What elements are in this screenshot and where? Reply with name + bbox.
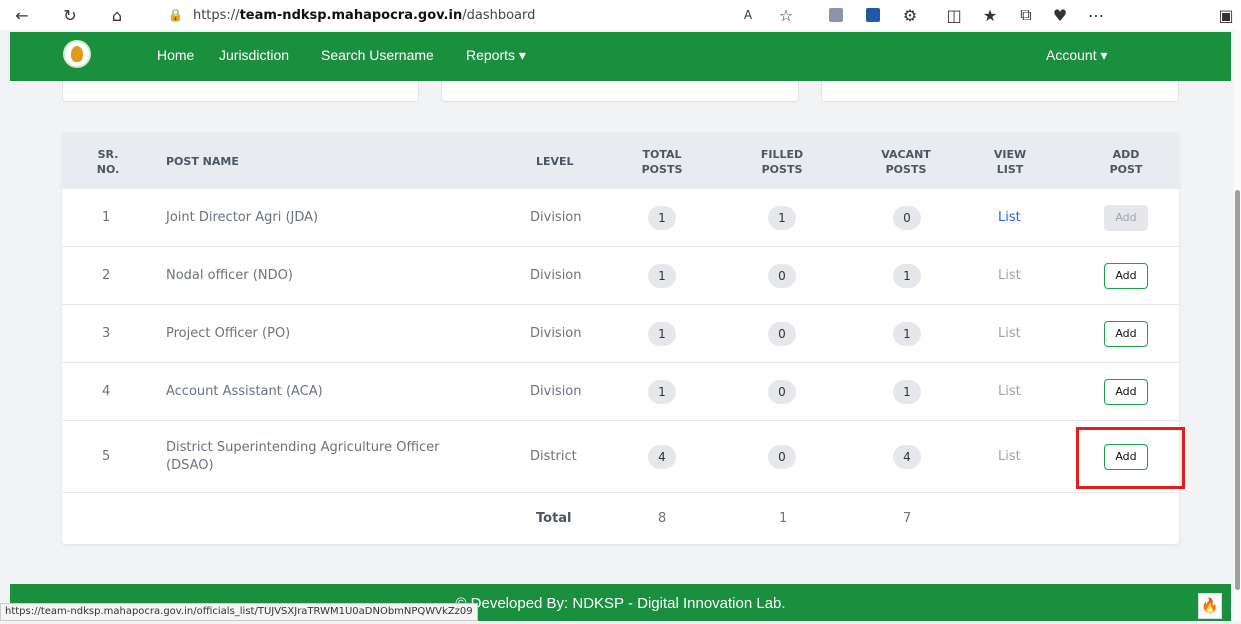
- posts-table: SR. NO. POST NAME LEVEL TOTAL POSTS FILLED…: [62, 133, 1179, 544]
- filled-badge: 0: [768, 445, 796, 469]
- home-icon[interactable]: ⌂: [107, 5, 127, 25]
- address-bar[interactable]: 🔒 https://team-ndksp.mahapocra.gov.in/da…: [168, 4, 535, 26]
- filled-badge: 0: [768, 322, 796, 346]
- total-badge: 1: [648, 264, 676, 288]
- status-url: https://team-ndksp.mahapocra.gov.in/offi…: [0, 603, 478, 621]
- nav-account[interactable]: Account ▾: [1046, 47, 1108, 64]
- row-level: Division: [530, 326, 582, 341]
- row-post-name: District Superintending Agriculture Offi…: [166, 440, 440, 473]
- view-list-link[interactable]: List: [998, 268, 1021, 283]
- row-sr: 2: [102, 268, 111, 283]
- favorites-icon[interactable]: ★: [980, 5, 1000, 25]
- total-badge: 1: [648, 322, 676, 346]
- table-row: 4 Account Assistant (ACA) Division 1 0 1…: [62, 363, 1179, 421]
- row-sr: 1: [102, 210, 111, 225]
- row-post-name: Nodal officer (NDO): [166, 268, 293, 283]
- nav-search-username[interactable]: Search Username: [321, 47, 434, 63]
- read-aloud-icon[interactable]: A: [738, 5, 758, 25]
- view-list-link[interactable]: List: [998, 384, 1021, 399]
- filled-badge: 1: [768, 206, 796, 230]
- url-path: /dashboard: [462, 7, 536, 23]
- filled-badge: 0: [768, 264, 796, 288]
- vacant-badge: 1: [893, 322, 921, 346]
- table-row: 3 Project Officer (PO) Division 1 0 1 Li…: [62, 305, 1179, 363]
- view-list-link[interactable]: List: [998, 210, 1021, 225]
- more-options-icon[interactable]: ⋯: [1086, 5, 1106, 25]
- vacant-badge: 4: [893, 445, 921, 469]
- total-filled-value: 1: [779, 511, 788, 526]
- row-level: Division: [530, 268, 582, 283]
- favorite-star-icon[interactable]: ☆: [776, 5, 796, 25]
- main-content: SR. NO. POST NAME LEVEL TOTAL POSTS FILLED…: [10, 81, 1231, 584]
- back-icon[interactable]: ←: [12, 5, 32, 25]
- row-post-name: Account Assistant (ACA): [166, 384, 323, 399]
- total-badge: 1: [648, 380, 676, 404]
- add-post-button[interactable]: Add: [1104, 321, 1148, 347]
- table-row: 5 District Superintending Agriculture Of…: [62, 421, 1179, 493]
- th-level: LEVEL: [536, 155, 574, 168]
- nav-reports[interactable]: Reports ▾: [466, 47, 526, 64]
- sidebar-icon[interactable]: ▣: [1216, 5, 1236, 25]
- top-navbar: Home Jurisdiction Search Username Report…: [10, 32, 1231, 81]
- total-label: Total: [536, 511, 572, 526]
- total-posts-value: 8: [658, 511, 667, 526]
- th-view-list: VIEW LIST: [993, 148, 1027, 176]
- flame-icon[interactable]: 🔥: [1198, 593, 1222, 619]
- row-post-name: Joint Director Agri (JDA): [166, 210, 319, 225]
- health-icon[interactable]: ♥: [1050, 5, 1070, 25]
- row-post-name: Project Officer (PO): [166, 326, 291, 341]
- th-sr-no: SR. NO.: [96, 148, 120, 176]
- split-screen-icon[interactable]: ◫: [944, 5, 964, 25]
- row-level: Division: [530, 384, 582, 399]
- collections-icon[interactable]: ⧉: [1016, 5, 1036, 25]
- puzzle-icon[interactable]: ⚙: [900, 5, 920, 25]
- row-sr: 3: [102, 326, 111, 341]
- url-scheme: https://: [192, 7, 240, 23]
- url-host: team-ndksp.mahapocra.gov.in: [239, 7, 463, 23]
- total-vacant-value: 7: [903, 511, 912, 526]
- summary-card: [821, 81, 1179, 102]
- vacant-badge: 1: [893, 380, 921, 404]
- row-sr: 4: [102, 384, 111, 399]
- table-row: 1 Joint Director Agri (JDA) Division 1 1…: [62, 189, 1179, 247]
- total-badge: 1: [648, 206, 676, 230]
- add-post-button[interactable]: Add: [1104, 205, 1148, 231]
- add-post-button[interactable]: Add: [1104, 263, 1148, 289]
- th-post-name: POST NAME: [166, 155, 239, 168]
- scrollbar-thumb[interactable]: [1235, 190, 1240, 590]
- filled-badge: 0: [768, 380, 796, 404]
- extension-blue-icon[interactable]: [863, 5, 883, 25]
- browser-toolbar: ← ↻ ⌂ 🔒 https://team-ndksp.mahapocra.gov…: [0, 0, 1241, 30]
- th-total-posts: TOTAL POSTS: [641, 148, 683, 176]
- table-header: SR. NO. POST NAME LEVEL TOTAL POSTS FILLED…: [62, 133, 1179, 189]
- summary-card: [62, 81, 419, 102]
- row-sr: 5: [102, 449, 111, 464]
- vacant-badge: 1: [893, 264, 921, 288]
- total-row: Total 8 1 7: [62, 493, 1179, 544]
- table-row: 2 Nodal officer (NDO) Division 1 0 1 Lis…: [62, 247, 1179, 305]
- th-add-post: ADD POST: [1109, 148, 1143, 176]
- total-badge: 4: [648, 445, 676, 469]
- vacant-badge: 0: [893, 206, 921, 230]
- site-logo[interactable]: [63, 40, 91, 68]
- nav-home[interactable]: Home: [157, 47, 194, 63]
- row-level: Division: [530, 210, 582, 225]
- lock-icon: 🔒: [168, 8, 183, 22]
- summary-card: [441, 81, 799, 102]
- nav-jurisdiction[interactable]: Jurisdiction: [219, 47, 289, 63]
- view-list-link[interactable]: List: [998, 326, 1021, 341]
- row-level: District: [530, 449, 577, 464]
- th-vacant-posts: VACANT POSTS: [881, 148, 931, 176]
- view-list-link[interactable]: List: [998, 449, 1021, 464]
- add-post-button[interactable]: Add: [1104, 379, 1148, 405]
- extension-icon[interactable]: [826, 5, 846, 25]
- refresh-icon[interactable]: ↻: [60, 5, 80, 25]
- highlight-box: [1076, 427, 1185, 489]
- th-filled-posts: FILLED POSTS: [760, 148, 804, 176]
